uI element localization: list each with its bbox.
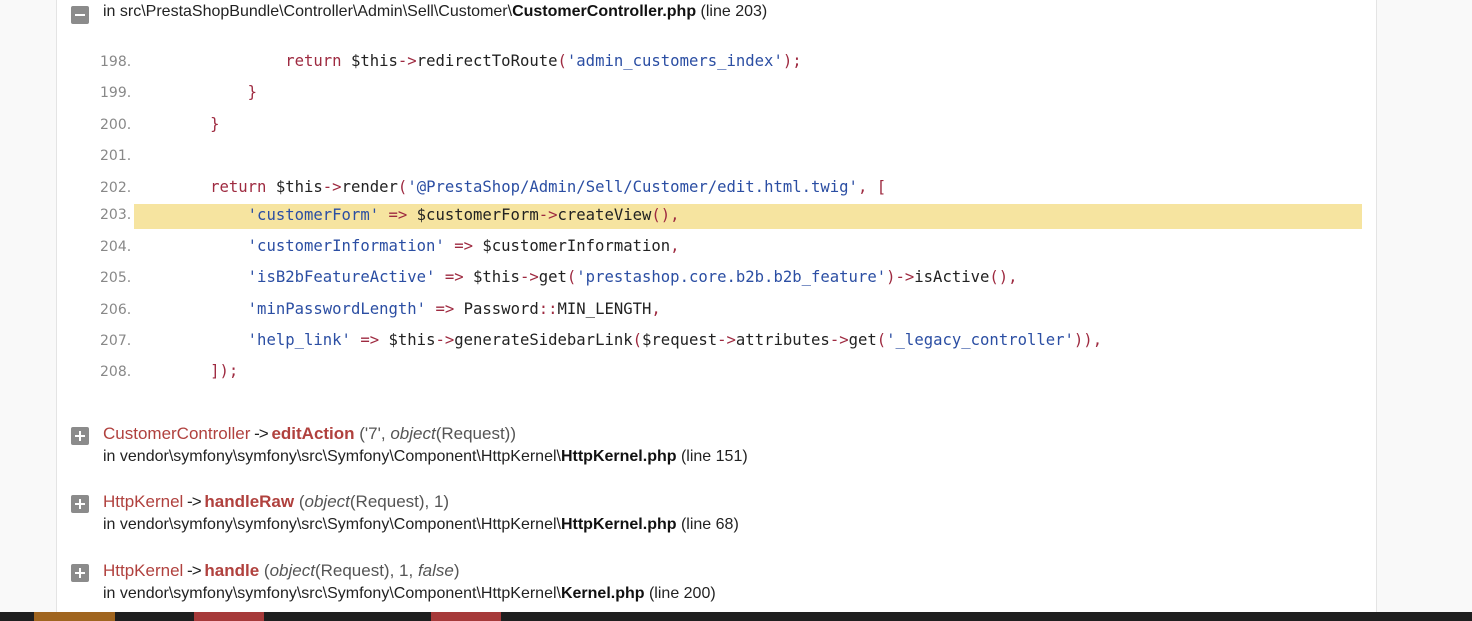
trace-method: editAction: [271, 424, 355, 443]
trace-class: CustomerController: [103, 424, 251, 443]
bottom-toolbar: [0, 612, 1472, 621]
line-number: 205.: [100, 270, 132, 286]
toolbar-segment-error[interactable]: [194, 612, 264, 621]
file-name: HttpKernel.php: [560, 516, 677, 533]
line-number: 203.: [100, 207, 132, 223]
collapse-minus-icon[interactable]: [71, 6, 89, 24]
code-line: 207. 'help_link' => $this->generateSideb…: [75, 331, 1375, 359]
code-line: 205. 'isB2bFeatureActive' => $this->get(…: [75, 268, 1375, 296]
code-text: return $this->render('@PrestaShop/Admin/…: [210, 178, 887, 196]
code-line: 206. 'minPasswordLength' => Password::MI…: [75, 300, 1375, 328]
trace-call[interactable]: HttpKernel -> handleRaw (object(Request)…: [103, 492, 449, 512]
trace-class: HttpKernel: [103, 561, 184, 580]
code-text: 'customerForm' => $customerForm->createV…: [247, 206, 680, 224]
trace-args: ('7', object(Request)): [354, 424, 517, 443]
code-text: }: [247, 83, 258, 101]
toolbar-segment-error-2[interactable]: [431, 612, 501, 621]
line-info: (line 203): [700, 3, 768, 20]
code-line: 198. return $this->redirectToRoute('admi…: [75, 52, 1375, 80]
file-path-prefix: in vendor\symfony\symfony\src\Symfony\Co…: [103, 516, 561, 533]
file-name: HttpKernel.php: [560, 448, 677, 465]
code-text: 'help_link' => $this->generateSidebarLin…: [247, 331, 1103, 349]
file-path-prefix: in vendor\symfony\symfony\src\Symfony\Co…: [103, 585, 561, 602]
file-path-prefix: in vendor\symfony\symfony\src\Symfony\Co…: [103, 448, 561, 465]
trace-arrow: ->: [183, 492, 205, 511]
trace-file: in vendor\symfony\symfony\src\Symfony\Co…: [103, 516, 739, 534]
expand-plus-icon[interactable]: [71, 564, 89, 582]
expand-plus-icon[interactable]: [71, 495, 89, 513]
trace-args: (object(Request), 1, false): [259, 561, 460, 580]
line-info: (line 200): [644, 585, 716, 602]
code-text: 'minPasswordLength' => Password::MIN_LEN…: [247, 300, 661, 318]
trace-call[interactable]: HttpKernel -> handle (object(Request), 1…: [103, 561, 460, 581]
line-number: 207.: [100, 333, 132, 349]
code-line-highlighted: 203. 'customerForm' => $customerForm->cr…: [75, 204, 1375, 232]
code-text: }: [210, 115, 220, 133]
trace-args: (object(Request), 1): [294, 492, 450, 511]
trace-file: in vendor\symfony\symfony\src\Symfony\Co…: [103, 585, 716, 603]
code-line: 202. return $this->render('@PrestaShop/A…: [75, 178, 1375, 206]
trace-method: handleRaw: [204, 492, 295, 511]
expand-plus-icon[interactable]: [71, 427, 89, 445]
code-line: 208. ]);: [75, 362, 1375, 390]
code-text: ]);: [210, 362, 239, 380]
line-number: 199.: [100, 85, 132, 101]
trace-arrow: ->: [250, 424, 272, 443]
line-number: 201.: [100, 148, 132, 164]
code-line: 200. }: [75, 115, 1375, 143]
line-number: 198.: [100, 54, 132, 70]
code-line: 201.: [75, 146, 1375, 174]
toolbar-segment-warning[interactable]: [34, 612, 115, 621]
trace-call[interactable]: CustomerController -> editAction ('7', o…: [103, 424, 516, 444]
line-info: (line 68): [676, 516, 739, 533]
code-text: return $this->redirectToRoute('admin_cus…: [285, 52, 802, 70]
file-path-prefix: in src\PrestaShopBundle\Controller\Admin…: [103, 3, 513, 20]
code-line: 199. }: [75, 83, 1375, 111]
file-name: CustomerController.php: [512, 3, 697, 20]
trace-arrow: ->: [183, 561, 205, 580]
line-number: 204.: [100, 239, 132, 255]
line-number: 206.: [100, 302, 132, 318]
code-line: 204. 'customerInformation' => $customerI…: [75, 237, 1375, 265]
line-number: 202.: [100, 180, 132, 196]
current-frame-file: in src\PrestaShopBundle\Controller\Admin…: [103, 3, 767, 21]
trace-file: in vendor\symfony\symfony\src\Symfony\Co…: [103, 448, 748, 466]
trace-method: handle: [204, 561, 260, 580]
file-name: Kernel.php: [560, 585, 645, 602]
line-number: 200.: [100, 117, 132, 133]
code-text: 'customerInformation' => $customerInform…: [247, 237, 680, 255]
code-text: 'isB2bFeatureActive' => $this->get('pres…: [247, 268, 1018, 286]
line-info: (line 151): [676, 448, 748, 465]
trace-class: HttpKernel: [103, 492, 184, 511]
line-number: 208.: [100, 364, 132, 380]
